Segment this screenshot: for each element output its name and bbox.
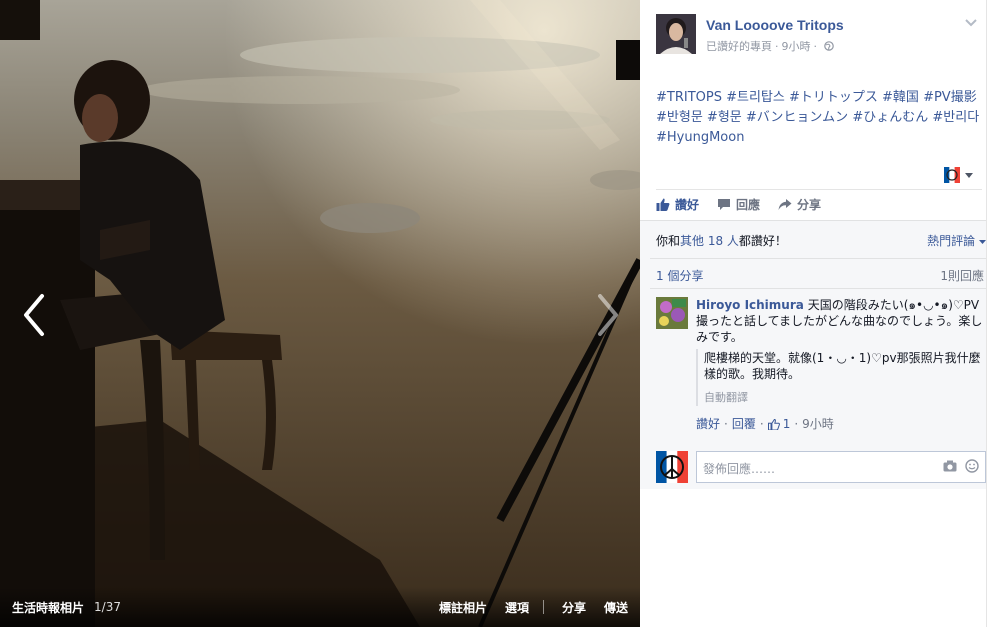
hashtag-link[interactable]: #韓国 <box>882 90 919 105</box>
photo-theater: 生活時報相片 1/37 標註相片 選項 分享 傳送 Van Loooove Tr… <box>0 0 1000 627</box>
post-actions: 讚好 回應 分享 <box>656 189 982 219</box>
comment-body: Hiroyo Ichimura 天国の階段みたい(๑•◡•๑)♡PV撮ったと話し… <box>696 297 986 432</box>
comment-label: 回應 <box>736 198 761 212</box>
separator: · <box>794 417 799 431</box>
thumbs-up-icon <box>767 418 780 430</box>
photo-toolbar: 生活時報相片 1/37 標註相片 選項 分享 傳送 <box>0 587 640 627</box>
hashtag-link[interactable]: #HyungMoon <box>656 130 744 145</box>
likes-summary: 你和其他 18 人都讚好！ <box>656 232 787 249</box>
camera-icon[interactable] <box>943 460 957 475</box>
comment-button[interactable]: 回應 <box>717 196 760 213</box>
composer-icons <box>935 459 979 476</box>
hashtag-link[interactable]: #반형문 <box>656 110 703 125</box>
toolbar-divider <box>542 600 544 614</box>
post-header: Van Loooove Tritops 已讚好的專頁 · 9小時 · <box>656 14 988 60</box>
chevron-left-icon <box>24 294 44 336</box>
send-photo-button[interactable]: 傳送 <box>604 599 628 616</box>
share-arrow-icon <box>778 199 792 210</box>
comment-like-count[interactable]: 1 <box>783 416 791 432</box>
like-label: 讚好 <box>675 198 700 212</box>
album-name-link[interactable]: 生活時報相片 <box>12 599 84 616</box>
post-meta: 已讚好的專頁 · 9小時 · <box>706 38 834 54</box>
post-hashtags: #TRITOPS #트리탑스 #トリトップス #韓国 #PV撮影 #반형문 #형… <box>656 88 982 148</box>
globe-icon <box>824 41 834 51</box>
comment-sort-selector[interactable]: 熱門評論 <box>927 232 986 249</box>
translated-text: 爬樓梯的天堂。就像(1・◡・1)♡pv那張照片我什麼樣的歌。我期待。 <box>704 351 981 381</box>
hashtag-link[interactable]: #ひょんむん <box>852 110 928 125</box>
peace-for-paris-avatar <box>656 451 688 483</box>
separator: · <box>759 417 764 431</box>
emoji-icon[interactable] <box>965 459 979 476</box>
caret-down-icon <box>965 173 973 178</box>
liked-page-status: 已讚好的專頁 <box>706 40 772 53</box>
viewer-avatar <box>656 451 688 483</box>
likes-prefix: 你和 <box>656 234 681 248</box>
meta-separator-2: · <box>813 39 818 53</box>
meta-separator: · <box>775 39 779 53</box>
tag-photo-button[interactable]: 標註相片 <box>439 599 487 616</box>
page-name-link[interactable]: Van Loooove Tritops <box>706 17 844 33</box>
commenter-profile-picture <box>656 297 688 329</box>
caret-down-icon <box>979 240 986 244</box>
options-button[interactable]: 選項 <box>505 599 529 616</box>
hashtag-link[interactable]: #반리다 <box>932 110 979 125</box>
hashtag-link[interactable]: #PV撮影 <box>923 90 977 105</box>
comment-input[interactable]: 發佈回應…… <box>696 451 986 483</box>
comment-like-button[interactable]: 讚好 <box>696 416 720 432</box>
comment-translation: 爬樓梯的天堂。就像(1・◡・1)♡pv那張照片我什麼樣的歌。我期待。 自動翻譯 <box>696 349 986 406</box>
divider <box>650 258 990 259</box>
auto-translated-label[interactable]: 自動翻譯 <box>704 390 986 406</box>
separator: · <box>724 417 728 431</box>
post-as-selector[interactable] <box>944 165 978 185</box>
photo-viewer: 生活時報相片 1/37 標註相片 選項 分享 傳送 <box>0 0 640 627</box>
chevron-right-icon <box>598 294 618 336</box>
next-photo-button[interactable] <box>590 290 624 340</box>
hashtag-link[interactable]: #トリトップス <box>789 90 878 105</box>
photo-image <box>0 0 640 627</box>
comment-bubble-icon <box>718 199 731 210</box>
share-button[interactable]: 分享 <box>778 196 821 213</box>
replies-count: 1則回應 <box>940 269 984 283</box>
likes-suffix: 都讚好！ <box>738 234 787 248</box>
french-flag-avatar-icon <box>944 167 960 183</box>
divider <box>650 288 990 289</box>
hashtag-link[interactable]: #TRITOPS <box>656 90 722 105</box>
photo-position-counter: 1/37 <box>94 600 121 614</box>
thumbs-up-icon <box>656 198 670 211</box>
post-options-chevron-icon[interactable] <box>964 18 978 28</box>
commenter-avatar[interactable] <box>656 297 688 329</box>
hashtag-link[interactable]: #バンヒョンムン <box>746 110 848 125</box>
comment-timestamp[interactable]: 9小時 <box>802 416 834 432</box>
comment-reply-button[interactable]: 回覆 <box>732 416 756 432</box>
sort-label: 熱門評論 <box>927 234 976 248</box>
comment-author-link[interactable]: Hiroyo Ichimura <box>696 298 804 312</box>
comment-content: Hiroyo Ichimura 天国の階段みたい(๑•◡•๑)♡PV撮ったと話し… <box>696 297 986 345</box>
comment-composer: 發佈回應…… <box>656 451 986 483</box>
shares-count-link[interactable]: 1 個分享 <box>656 267 703 284</box>
likes-others-link[interactable]: 其他 18 人 <box>680 234 739 248</box>
like-button[interactable]: 讚好 <box>656 196 699 213</box>
post-timestamp[interactable]: 9小時 <box>782 38 811 54</box>
post-panel: Van Loooove Tritops 已讚好的專頁 · 9小時 · #TRIT… <box>640 0 1000 627</box>
share-photo-button[interactable]: 分享 <box>562 599 586 616</box>
page-avatar[interactable] <box>656 14 696 54</box>
previous-photo-button[interactable] <box>18 290 52 340</box>
hashtag-link[interactable]: #형문 <box>707 110 742 125</box>
feedback-section: 你和其他 18 人都讚好！ 熱門評論 1 個分享 1則回應 Hiroyo Ich… <box>640 220 1000 489</box>
comment-input-placeholder: 發佈回應…… <box>703 462 776 476</box>
comment-actions: 讚好 · 回覆 · 1 · 9小時 <box>696 416 986 432</box>
hashtag-link[interactable]: #트리탑스 <box>726 90 785 105</box>
page-profile-picture <box>656 14 696 54</box>
share-label: 分享 <box>797 198 822 212</box>
scrollbar-track[interactable] <box>986 0 1000 627</box>
